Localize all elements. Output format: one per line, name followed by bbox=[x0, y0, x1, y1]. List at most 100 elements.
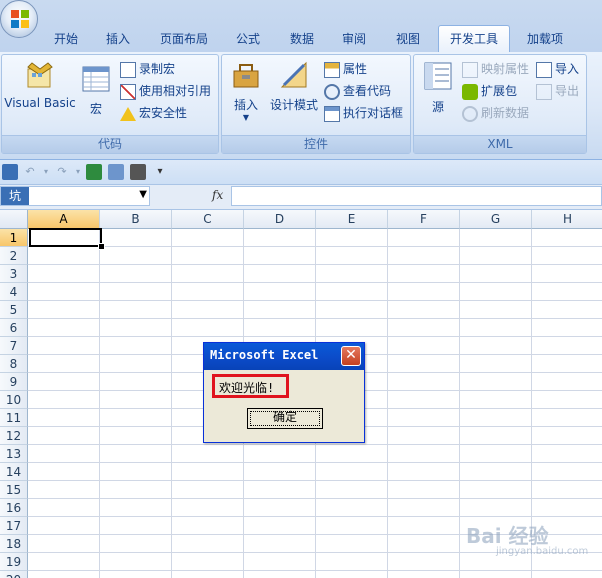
redo-dropdown-icon[interactable]: ▾ bbox=[70, 164, 86, 180]
macros-icon bbox=[82, 66, 110, 92]
export-label: 导出 bbox=[555, 84, 580, 98]
row-header-6[interactable]: 6 bbox=[0, 319, 28, 337]
column-header-h[interactable]: H bbox=[532, 210, 602, 229]
tab-home[interactable]: 开始 bbox=[48, 27, 84, 51]
visual-basic-button[interactable]: Visual Basic bbox=[4, 59, 76, 110]
customize-toolbar-icon[interactable]: ▾ bbox=[152, 164, 168, 180]
export-button[interactable]: 导出 bbox=[536, 81, 579, 101]
undo-icon[interactable]: ↶ bbox=[22, 164, 38, 180]
column-header-e[interactable]: E bbox=[316, 210, 388, 229]
active-cell-a1[interactable] bbox=[29, 228, 102, 247]
properties-icon bbox=[324, 61, 340, 78]
visual-basic-icon bbox=[27, 62, 53, 88]
row-header-17[interactable]: 17 bbox=[0, 517, 28, 535]
refresh-data-button[interactable]: 刷新数据 bbox=[462, 103, 529, 123]
row-header-14[interactable]: 14 bbox=[0, 463, 28, 481]
dialog-title-bar[interactable]: Microsoft Excel ✕ bbox=[204, 343, 364, 370]
chevron-down-icon: ▼ bbox=[242, 113, 250, 122]
refresh-data-label: 刷新数据 bbox=[481, 106, 530, 120]
row-header-20[interactable]: 20 bbox=[0, 571, 28, 578]
row-header-10[interactable]: 10 bbox=[0, 391, 28, 409]
xml-source-button[interactable]: 源 bbox=[420, 61, 456, 115]
formula-input[interactable] bbox=[231, 186, 602, 206]
tab-page-layout[interactable]: 页面布局 bbox=[153, 27, 215, 51]
tab-developer[interactable]: 开发工具 bbox=[438, 25, 510, 53]
ok-button[interactable]: 确定 bbox=[247, 408, 323, 429]
refresh-icon bbox=[462, 105, 478, 122]
tab-view[interactable]: 视图 bbox=[390, 27, 426, 51]
group-controls: 插入 ▼ 设计模式 属性 查看代码 执行对话框 控件 bbox=[221, 54, 411, 154]
select-all-corner[interactable] bbox=[0, 210, 28, 229]
insert-control-label: 插入 bbox=[233, 98, 258, 112]
expansion-packs-label: 扩展包 bbox=[481, 84, 518, 98]
row-header-18[interactable]: 18 bbox=[0, 535, 28, 553]
row-header-3[interactable]: 3 bbox=[0, 265, 28, 283]
row-header-13[interactable]: 13 bbox=[0, 445, 28, 463]
run-dialog-label: 执行对话框 bbox=[343, 106, 404, 120]
column-header-c[interactable]: C bbox=[172, 210, 244, 229]
name-box[interactable]: 坑 ▼ bbox=[0, 186, 150, 206]
group-xml: 源 映射属性 扩展包 刷新数据 导入 导出 XML bbox=[413, 54, 587, 154]
view-code-icon bbox=[324, 83, 340, 100]
import-icon bbox=[536, 61, 552, 78]
tab-formulas[interactable]: 公式 bbox=[230, 27, 266, 51]
undo-dropdown-icon[interactable]: ▾ bbox=[38, 164, 54, 180]
row-header-4[interactable]: 4 bbox=[0, 283, 28, 301]
row-header-7[interactable]: 7 bbox=[0, 337, 28, 355]
tab-review[interactable]: 审阅 bbox=[336, 27, 372, 51]
properties-button[interactable]: 属性 bbox=[324, 59, 367, 79]
column-header-f[interactable]: F bbox=[388, 210, 460, 229]
row-header-5[interactable]: 5 bbox=[0, 301, 28, 319]
row-header-15[interactable]: 15 bbox=[0, 481, 28, 499]
insert-control-button[interactable]: 插入 ▼ bbox=[226, 59, 266, 123]
design-mode-button[interactable]: 设计模式 bbox=[268, 59, 320, 113]
expansion-packs-icon bbox=[462, 83, 478, 100]
column-header-g[interactable]: G bbox=[460, 210, 532, 229]
office-button[interactable] bbox=[0, 0, 38, 38]
xml-source-label: 源 bbox=[431, 100, 444, 114]
row-header-11[interactable]: 11 bbox=[0, 409, 28, 427]
macro-security-button[interactable]: 宏安全性 bbox=[120, 103, 187, 123]
row-header-2[interactable]: 2 bbox=[0, 247, 28, 265]
expansion-packs-button[interactable]: 扩展包 bbox=[462, 81, 517, 101]
design-mode-icon bbox=[280, 61, 307, 88]
relative-reference-button[interactable]: 使用相对引用 bbox=[120, 81, 211, 101]
formula-tools: fx bbox=[155, 186, 230, 206]
excel-icon[interactable] bbox=[86, 164, 102, 180]
run-dialog-button[interactable]: 执行对话框 bbox=[324, 103, 403, 123]
row-header-8[interactable]: 8 bbox=[0, 355, 28, 373]
print-icon[interactable] bbox=[108, 164, 124, 180]
tab-data[interactable]: 数据 bbox=[284, 27, 320, 51]
insert-function-button[interactable]: fx bbox=[212, 188, 223, 202]
map-properties-button[interactable]: 映射属性 bbox=[462, 59, 529, 79]
import-label: 导入 bbox=[555, 62, 580, 76]
ribbon: Visual Basic 宏 录制宏 使用相对引用 宏安全性 代码 插入 ▼ 设… bbox=[0, 52, 602, 160]
column-header-a[interactable]: A bbox=[28, 210, 100, 229]
row-header-19[interactable]: 19 bbox=[0, 553, 28, 571]
row-header-16[interactable]: 16 bbox=[0, 499, 28, 517]
export-icon bbox=[536, 83, 552, 100]
formula-bar: 坑 ▼ fx bbox=[0, 185, 602, 210]
redo-icon[interactable]: ↷ bbox=[54, 164, 70, 180]
camera-icon[interactable] bbox=[130, 164, 146, 180]
fill-handle[interactable] bbox=[98, 243, 105, 250]
tab-insert[interactable]: 插入 bbox=[100, 27, 136, 51]
macros-button[interactable]: 宏 bbox=[80, 65, 112, 117]
tab-add-ins[interactable]: 加载项 bbox=[520, 27, 570, 51]
group-controls-label: 控件 bbox=[222, 135, 410, 153]
visual-basic-label: Visual Basic bbox=[4, 96, 76, 110]
close-icon[interactable]: ✕ bbox=[341, 346, 361, 366]
view-code-button[interactable]: 查看代码 bbox=[324, 81, 391, 101]
row-header-12[interactable]: 12 bbox=[0, 427, 28, 445]
chevron-down-icon[interactable]: ▼ bbox=[139, 189, 147, 200]
column-header-d[interactable]: D bbox=[244, 210, 316, 229]
row-header-1[interactable]: 1 bbox=[0, 229, 28, 247]
record-macro-button[interactable]: 录制宏 bbox=[120, 59, 175, 79]
save-icon[interactable] bbox=[2, 164, 18, 180]
properties-label: 属性 bbox=[343, 62, 368, 76]
row-header-9[interactable]: 9 bbox=[0, 373, 28, 391]
import-button[interactable]: 导入 bbox=[536, 59, 579, 79]
column-header-b[interactable]: B bbox=[100, 210, 172, 229]
ok-button-focus-ring bbox=[250, 411, 320, 426]
xml-source-icon bbox=[424, 62, 452, 90]
